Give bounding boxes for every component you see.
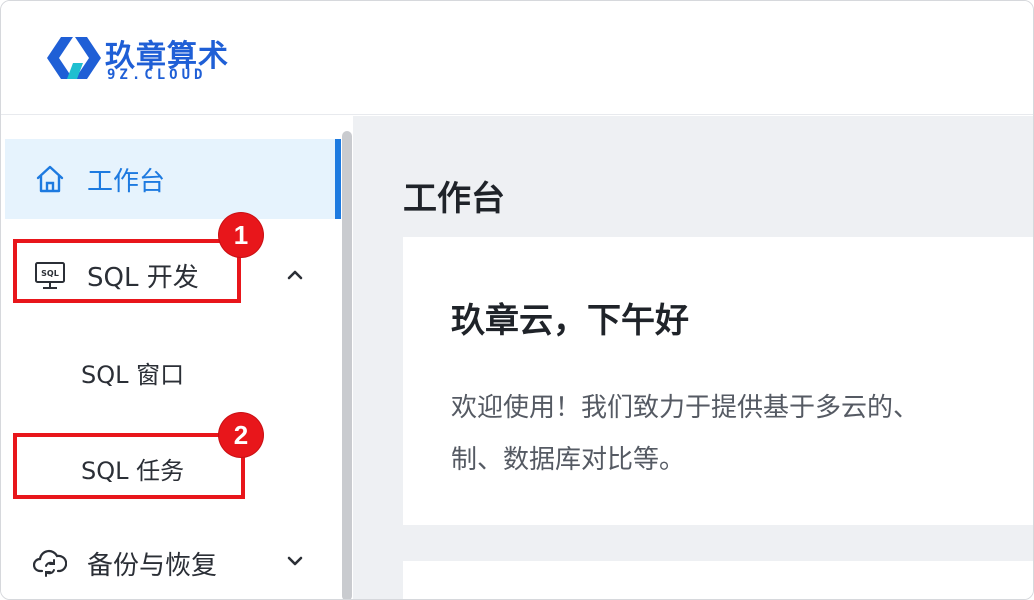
cloud-sync-icon (33, 549, 67, 577)
annotation-box-2 (13, 433, 245, 499)
annotation-badge-2: 2 (219, 413, 263, 457)
welcome-description-line2: 制、数据库对比等。 (451, 445, 686, 475)
welcome-greeting: 玖章云，下午好 (451, 301, 689, 341)
chevron-down-icon[interactable] (285, 551, 305, 571)
active-indicator (335, 139, 341, 219)
page-title: 工作台 (403, 179, 505, 219)
brand-logo-icon (47, 37, 101, 79)
home-icon (36, 165, 64, 193)
brand-name-en: 9Z.CLOUD (107, 67, 207, 83)
top-header: 玖章算术 9Z.CLOUD (1, 1, 1033, 115)
secondary-card (403, 561, 1033, 599)
sidebar-item-label: 备份与恢复 (87, 550, 218, 581)
welcome-card (403, 237, 1033, 525)
welcome-description-line1: 欢迎使用！我们致力于提供基于多云的、 (451, 393, 920, 423)
sidebar-item-workbench[interactable]: 工作台 (5, 139, 339, 219)
chevron-up-icon[interactable] (285, 265, 305, 285)
annotation-box-1 (13, 239, 241, 303)
sidebar-scrollbar[interactable] (342, 131, 352, 599)
annotation-badge-1: 1 (219, 213, 263, 257)
sidebar-item-label: 工作台 (87, 166, 166, 197)
brand-logo[interactable]: 玖章算术 9Z.CLOUD (47, 31, 237, 87)
app-window: 玖章算术 9Z.CLOUD 工作台 SQL SQL 开发 SQL 窗口 SQL … (0, 0, 1034, 600)
sidebar-subitem-sql-window[interactable]: SQL 窗口 (81, 355, 184, 390)
